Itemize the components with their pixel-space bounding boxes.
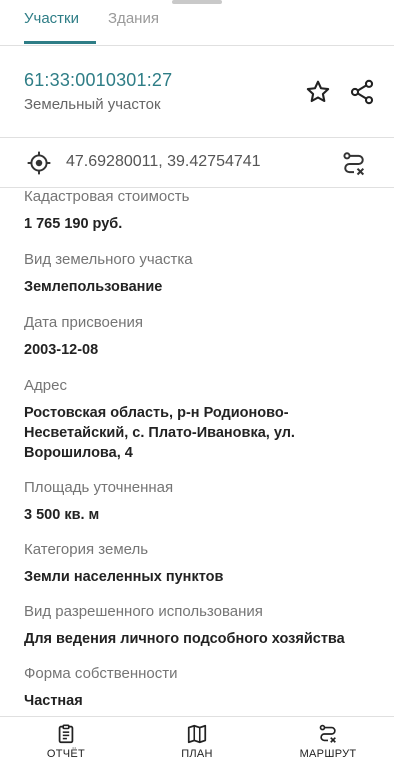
property-details[interactable]: Кадастровая стоимость 1 765 190 руб. Вид… (0, 188, 394, 718)
field-value: Ростовская область, р-н Родионово-Несвет… (24, 405, 295, 461)
clipboard-icon (58, 724, 74, 744)
active-tab-indicator (24, 41, 96, 44)
route-icon (343, 152, 365, 176)
nav-route-button[interactable]: МАРШРУТ (288, 723, 368, 765)
field-label: Кадастровая стоимость (24, 188, 190, 205)
field-ownership: Форма собственности Частная (24, 665, 389, 711)
field-label: Дата присвоения (24, 314, 143, 331)
route-button[interactable] (340, 150, 368, 178)
field-label: Категория земель (24, 541, 149, 558)
field-value: 3 500 кв. м (24, 507, 100, 523)
star-icon (306, 80, 330, 103)
locate-button[interactable] (26, 150, 52, 176)
field-area: Площадь уточненная 3 500 кв. м (24, 479, 389, 525)
nav-plan-button[interactable]: ПЛАН (157, 723, 237, 765)
nav-report-label: ОТЧЁТ (46, 748, 86, 760)
tab-parcels[interactable]: Участки (24, 10, 79, 27)
bottom-navigation: ОТЧЁТ ПЛАН МАРШРУТ (0, 716, 394, 767)
tab-bar: Участки Здания (0, 0, 394, 46)
field-assignment-date: Дата присвоения 2003-12-08 (24, 314, 389, 360)
tab-buildings[interactable]: Здания (108, 10, 159, 27)
object-type: Земельный участок (24, 96, 161, 113)
field-value: Землепользование (24, 279, 163, 295)
field-label: Форма собственности (24, 665, 178, 682)
field-address: Адрес Ростовская область, р-н Родионово-… (24, 377, 389, 463)
field-label: Адрес (24, 377, 67, 394)
field-land-category: Категория земель Земли населенных пункто… (24, 541, 389, 587)
field-value: Земли населенных пунктов (24, 569, 224, 585)
map-icon (187, 724, 207, 744)
object-header: 61:33:0010301:27 Земельный участок (0, 46, 394, 138)
share-icon (350, 79, 374, 105)
drag-handle[interactable] (172, 0, 222, 4)
route-icon (319, 724, 336, 743)
field-cadastral-value: Кадастровая стоимость 1 765 190 руб. (24, 188, 389, 234)
nav-plan-label: ПЛАН (181, 748, 213, 760)
nav-report-button[interactable]: ОТЧЁТ (26, 723, 106, 765)
coordinates-text[interactable]: 47.69280011, 39.42754741 (66, 153, 261, 171)
field-parcel-kind: Вид земельного участка Землепользование (24, 251, 389, 297)
field-label: Вид разрешенного использования (24, 603, 263, 620)
field-permitted-use: Вид разрешенного использования Для веден… (24, 603, 389, 649)
nav-route-label: МАРШРУТ (299, 748, 357, 760)
field-label: Вид земельного участка (24, 251, 193, 268)
field-label: Площадь уточненная (24, 479, 174, 496)
field-value: 1 765 190 руб. (24, 216, 123, 232)
field-value: 2003-12-08 (24, 342, 99, 358)
share-button[interactable] (348, 78, 376, 106)
field-value: Частная (24, 693, 83, 709)
field-value: Для ведения личного подсобного хозяйства (24, 631, 345, 647)
coordinates-row: 47.69280011, 39.42754741 (0, 138, 394, 188)
cadastral-number[interactable]: 61:33:0010301:27 (24, 70, 172, 91)
crosshair-icon (27, 151, 51, 175)
favorite-button[interactable] (304, 78, 332, 106)
